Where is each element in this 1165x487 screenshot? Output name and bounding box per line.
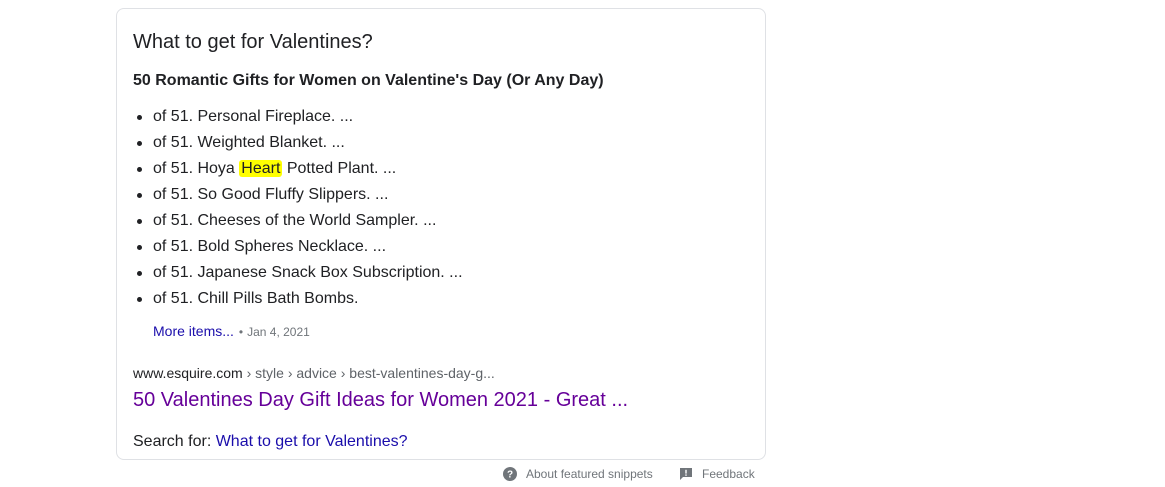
bullet xyxy=(137,167,142,172)
about-featured-snippets-link[interactable]: ? About featured snippets xyxy=(503,464,653,484)
search-for-label: Search for: xyxy=(133,433,216,450)
svg-text:?: ? xyxy=(507,470,513,481)
result-url-breadcrumb[interactable]: www.esquire.com › style › advice › best-… xyxy=(133,363,495,383)
bullet xyxy=(137,193,142,198)
url-domain: www.esquire.com xyxy=(133,365,243,381)
bullet xyxy=(137,115,142,120)
more-items-link[interactable]: More items... xyxy=(153,323,234,339)
bullet xyxy=(137,271,142,276)
list-item: of 51. Hoya Heart Potted Plant. ... xyxy=(133,156,463,182)
list-item: of 51. Bold Spheres Necklace. ... xyxy=(133,234,463,260)
list-item: of 51. Japanese Snack Box Subscription. … xyxy=(133,260,463,286)
url-path: › style › advice › best-valentines-day-g… xyxy=(242,365,495,381)
list-item: of 51. Chill Pills Bath Bombs. xyxy=(133,286,463,312)
search-for-link[interactable]: What to get for Valentines? xyxy=(216,433,408,450)
gift-list: of 51. Personal Fireplace. ... of 51. We… xyxy=(133,104,463,312)
highlighted-term: Heart xyxy=(239,160,283,177)
result-title-link[interactable]: 50 Valentines Day Gift Ideas for Women 2… xyxy=(133,387,628,413)
bullet xyxy=(137,141,142,146)
bullet xyxy=(137,219,142,224)
bullet xyxy=(137,297,142,302)
help-circle-icon: ? xyxy=(503,467,517,481)
snippet-date: Jan 4, 2021 xyxy=(247,325,310,339)
search-for-row: Search for: What to get for Valentines? xyxy=(133,431,408,453)
feedback-link[interactable]: Feedback xyxy=(679,464,755,484)
more-items-row: More items... • Jan 4, 2021 xyxy=(153,321,310,342)
list-item: of 51. Cheeses of the World Sampler. ... xyxy=(133,208,463,234)
bullet xyxy=(137,245,142,250)
feedback-label: Feedback xyxy=(702,467,755,481)
featured-snippet-card: What to get for Valentines? 50 Romantic … xyxy=(116,8,766,460)
about-featured-snippets-label: About featured snippets xyxy=(526,467,653,481)
feedback-icon xyxy=(679,467,693,481)
list-item: of 51. Weighted Blanket. ... xyxy=(133,130,463,156)
separator-dot: • xyxy=(238,325,244,339)
snippet-question: What to get for Valentines? xyxy=(133,31,373,53)
list-item: of 51. Personal Fireplace. ... xyxy=(133,104,463,130)
snippet-heading: 50 Romantic Gifts for Women on Valentine… xyxy=(133,72,604,89)
list-item: of 51. So Good Fluffy Slippers. ... xyxy=(133,182,463,208)
